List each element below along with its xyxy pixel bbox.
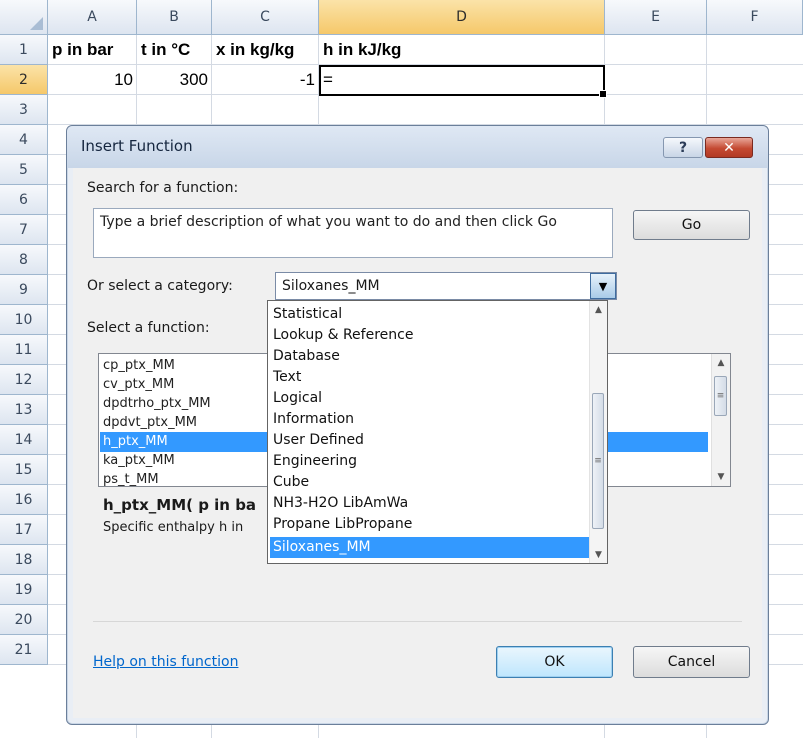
row-header-8[interactable]: 8 (0, 245, 48, 275)
separator (93, 621, 742, 622)
cell-b1[interactable]: t in °C (137, 35, 212, 65)
row-header-7[interactable]: 7 (0, 215, 48, 245)
grip-icon: ≡ (716, 391, 725, 401)
row-header-19[interactable]: 19 (0, 575, 48, 605)
row-header-3[interactable]: 3 (0, 95, 48, 125)
row-header-20[interactable]: 20 (0, 605, 48, 635)
dropdown-item-cube[interactable]: Cube (270, 472, 589, 493)
help-button[interactable]: ? (663, 137, 703, 158)
row-header-5[interactable]: 5 (0, 155, 48, 185)
cell-d1[interactable]: h in kJ/kg (319, 35, 605, 65)
scroll-thumb[interactable]: ≡ (714, 376, 727, 416)
dropdown-item-siloxanes-selected[interactable]: Siloxanes_MM (270, 537, 589, 558)
dropdown-item-propane[interactable]: Propane LibPropane (270, 514, 589, 535)
dropdown-scrollbar[interactable]: ▲ ≡ ▼ (589, 301, 607, 563)
cell-b2[interactable]: 300 (137, 65, 212, 95)
go-button[interactable]: Go (633, 210, 750, 240)
cell-c1[interactable]: x in kg/kg (212, 35, 319, 65)
row-header-12[interactable]: 12 (0, 365, 48, 395)
ok-button[interactable]: OK (496, 646, 613, 678)
close-button[interactable]: ✕ (705, 137, 753, 158)
dropdown-item-database[interactable]: Database (270, 346, 589, 367)
scroll-down-icon[interactable]: ▼ (712, 468, 730, 486)
row-header-14[interactable]: 14 (0, 425, 48, 455)
list-item[interactable]: cv_ptx_MM (103, 375, 174, 395)
row-header-1[interactable]: 1 (0, 35, 48, 65)
list-item[interactable]: dpdtrho_ptx_MM (103, 394, 211, 414)
dropdown-item-nh3-h2o[interactable]: NH3-H2O LibAmWa (270, 493, 589, 514)
dialog-title: Insert Function (81, 137, 193, 155)
column-header-b[interactable]: B (137, 0, 212, 35)
select-all-corner[interactable] (0, 0, 48, 35)
list-item[interactable]: dpdvt_ptx_MM (103, 413, 197, 433)
help-on-function-link[interactable]: Help on this function (93, 654, 238, 670)
scroll-up-icon[interactable]: ▲ (712, 354, 730, 372)
list-item[interactable]: ka_ptx_MM (103, 451, 175, 471)
active-cell-border (319, 65, 607, 98)
dropdown-item-statistical[interactable]: Statistical (270, 304, 589, 325)
list-item[interactable]: ps_t_MM (103, 470, 159, 486)
search-input[interactable]: Type a brief description of what you wan… (93, 208, 613, 258)
column-header-e[interactable]: E (605, 0, 707, 35)
column-header-a[interactable]: A (48, 0, 137, 35)
row-header-15[interactable]: 15 (0, 455, 48, 485)
row-header-21[interactable]: 21 (0, 635, 48, 665)
grip-icon: ≡ (594, 456, 602, 466)
function-label: Select a function: (87, 320, 210, 336)
scroll-thumb[interactable]: ≡ (592, 393, 604, 529)
row-header-2[interactable]: 2 (0, 65, 48, 95)
function-description: Specific enthalpy h in (103, 520, 244, 535)
dropdown-item-engineering[interactable]: Engineering (270, 451, 589, 472)
function-list-scrollbar[interactable]: ▲ ≡ ▼ (711, 354, 730, 486)
category-label: Or select a category: (87, 278, 233, 294)
cancel-button[interactable]: Cancel (633, 646, 750, 678)
row-header-11[interactable]: 11 (0, 335, 48, 365)
cell-a1[interactable]: p in bar (48, 35, 137, 65)
row-header-17[interactable]: 17 (0, 515, 48, 545)
search-label: Search for a function: (87, 180, 239, 196)
category-select[interactable]: Siloxanes_MM ▼ (275, 272, 617, 300)
column-header-d[interactable]: D (319, 0, 605, 35)
dropdown-item-lookup-reference[interactable]: Lookup & Reference (270, 325, 589, 346)
cell-a2[interactable]: 10 (48, 65, 137, 95)
scroll-down-icon[interactable]: ▼ (590, 546, 607, 563)
row-header-4[interactable]: 4 (0, 125, 48, 155)
column-header-f[interactable]: F (707, 0, 803, 35)
dropdown-item-logical[interactable]: Logical (270, 388, 589, 409)
row-header-9[interactable]: 9 (0, 275, 48, 305)
dropdown-item-user-defined[interactable]: User Defined (270, 430, 589, 451)
fill-handle[interactable] (599, 90, 607, 98)
function-signature: h_ptx_MM( p in ba (103, 496, 257, 514)
dropdown-arrow-icon[interactable]: ▼ (590, 273, 616, 299)
dropdown-item-information[interactable]: Information (270, 409, 589, 430)
row-header-16[interactable]: 16 (0, 485, 48, 515)
row-header-6[interactable]: 6 (0, 185, 48, 215)
cell-c2[interactable]: -1 (212, 65, 319, 95)
column-header-c[interactable]: C (212, 0, 319, 35)
list-item[interactable]: cp_ptx_MM (103, 356, 175, 376)
row-header-18[interactable]: 18 (0, 545, 48, 575)
category-dropdown-list[interactable]: Statistical Lookup & Reference Database … (267, 300, 608, 564)
dropdown-item-text[interactable]: Text (270, 367, 589, 388)
row-header-10[interactable]: 10 (0, 305, 48, 335)
row-header-13[interactable]: 13 (0, 395, 48, 425)
category-value: Siloxanes_MM (282, 278, 380, 294)
scroll-up-icon[interactable]: ▲ (590, 301, 607, 318)
dialog-titlebar[interactable]: Insert Function ? ✕ (67, 126, 768, 168)
